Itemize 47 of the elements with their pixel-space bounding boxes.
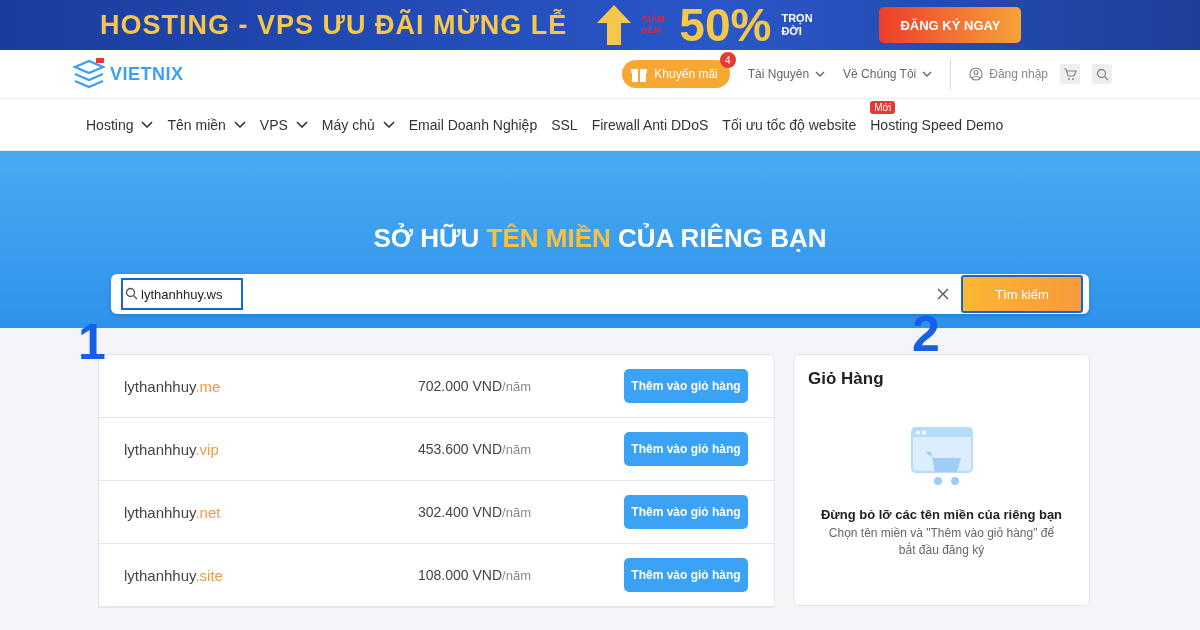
nav-item[interactable]: Hosting Speed Demo [870, 116, 1004, 133]
annotation-number: 1 [78, 317, 106, 367]
chevron-down-icon [233, 121, 246, 128]
nav-item[interactable]: Tối ưu tốc độ website [722, 116, 857, 133]
domain-price: 453.600 VND/năm [418, 441, 532, 457]
header-menu-item[interactable]: Tài Nguyên [747, 67, 826, 81]
domain-name: lythanhhuy.vip [124, 440, 220, 458]
chevron-down-icon [382, 121, 395, 128]
domain-search-field[interactable]: lythanhhuy.ws [121, 278, 243, 310]
cart-icon [1063, 67, 1077, 81]
search-button[interactable] [1092, 64, 1112, 84]
banner-headline: HOSTING - VPS ƯU ĐÃI MỪNG LỄ [100, 9, 568, 41]
cart-button[interactable] [1060, 64, 1080, 84]
nav-item[interactable]: VPS [259, 116, 308, 133]
user-icon [969, 67, 984, 81]
search-icon [125, 287, 138, 300]
nav-item[interactable]: Firewall Anti DDoS [591, 116, 709, 133]
count-badge: 4 [719, 52, 736, 68]
domain-name: lythanhhuy.net [124, 503, 222, 521]
hero-title: SỞ HỮU TÊN MIỀN CỦA RIÊNG BẠN [373, 223, 827, 254]
chevron-down-icon [295, 121, 308, 128]
empty-cart-title: Đừng bỏ lỡ các tên miền của riêng bạn [820, 507, 1063, 522]
banner-discount: 50% [679, 0, 772, 52]
cart-title: Giỏ Hàng [808, 369, 884, 389]
banner-discount-suffix: TRỌN ĐỜI [781, 12, 814, 38]
search-icon [1095, 67, 1109, 81]
domain-name: lythanhhuy.site [124, 566, 224, 584]
nav-item[interactable]: SSL [551, 116, 578, 133]
domain-name: lythanhhuy.me [124, 377, 222, 395]
up-arrow-icon [597, 5, 632, 45]
login-link[interactable]: Đăng nhập [969, 67, 1048, 81]
domain-price: 302.400 VND/năm [418, 504, 532, 520]
chevron-down-icon [922, 71, 933, 77]
close-icon[interactable] [937, 288, 949, 300]
empty-cart-text: Chọn tên miền và "Thêm vào giỏ hàng" để bắt đầu đăng ký [827, 525, 1056, 559]
header-menu-item[interactable]: Về Chúng Tôi [843, 67, 933, 81]
nav-item[interactable]: Email Doanh Nghiệp [408, 116, 538, 133]
banner-discount-prefix: GIẢM ĐẾN [641, 14, 666, 36]
domain-price: 108.000 VND/năm [418, 567, 532, 583]
nav-item[interactable]: Tên miền [167, 116, 246, 133]
chevron-down-icon [815, 71, 826, 77]
stacked-cubes-logo-icon [72, 58, 106, 90]
nav-item[interactable]: Máy chủ [321, 116, 395, 133]
nav-item[interactable]: Hosting [86, 116, 154, 133]
domain-price: 702.000 VND/năm [418, 378, 532, 394]
chevron-down-icon [141, 121, 154, 128]
new-badge: Mới [870, 100, 896, 114]
